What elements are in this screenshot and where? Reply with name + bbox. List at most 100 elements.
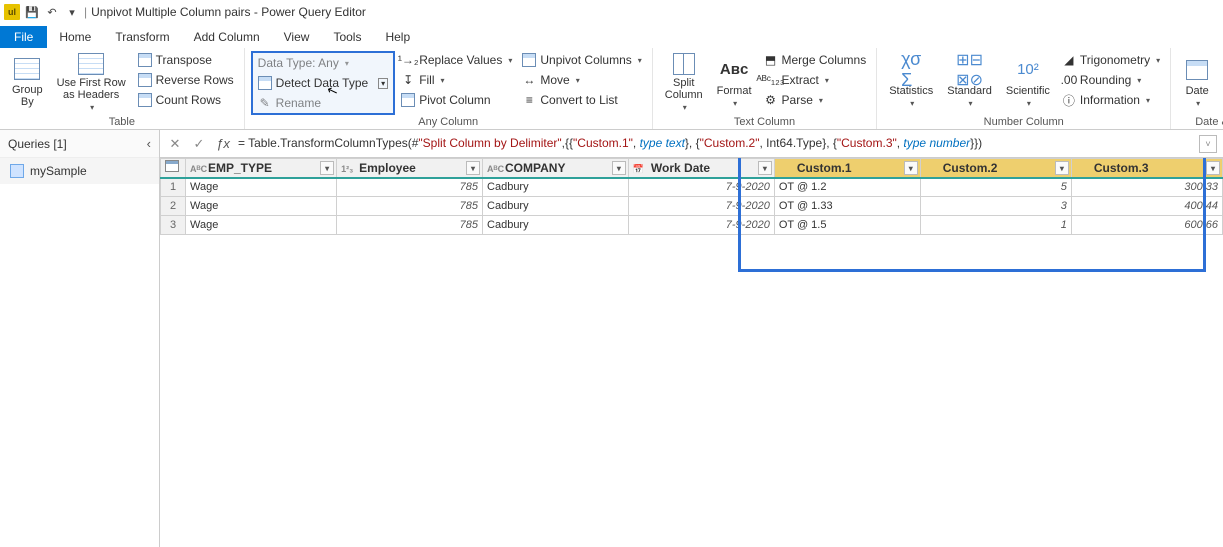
- cell-custom2[interactable]: 3: [920, 197, 1071, 216]
- fill-icon: ↧: [401, 73, 415, 87]
- count-rows-button[interactable]: Count Rows: [134, 91, 238, 109]
- standard-icon: ⊞⊟⊠⊘: [956, 57, 984, 83]
- format-button[interactable]: AʙᴄFormat: [711, 51, 758, 113]
- headers-icon: [78, 53, 104, 75]
- col-emp-type[interactable]: AᴮCEMP_TYPE▾: [186, 159, 337, 178]
- date-button[interactable]: Date: [1177, 51, 1217, 113]
- cell-custom2[interactable]: 1: [920, 216, 1071, 235]
- cell-emp-type[interactable]: Wage: [186, 216, 337, 235]
- cell-company[interactable]: Cadbury: [483, 178, 629, 197]
- date-icon: [1186, 60, 1208, 80]
- filter-icon[interactable]: ▾: [758, 161, 772, 175]
- replace-values-button[interactable]: ¹→₂Replace Values: [397, 51, 516, 69]
- cell-custom2[interactable]: 5: [920, 178, 1071, 197]
- standard-button[interactable]: ⊞⊟⊠⊘Standard: [941, 51, 998, 113]
- queries-header[interactable]: Queries [1] ‹: [0, 130, 159, 158]
- ribbon-group-datetime: Date Time Duration Date & Time Column: [1171, 48, 1223, 129]
- list-icon: ≡: [522, 93, 536, 107]
- filter-icon[interactable]: ▾: [320, 161, 334, 175]
- table-row[interactable]: 1Wage785Cadbury7-9-2020OT @ 1.25300,33: [161, 178, 1223, 197]
- table-row[interactable]: 3Wage785Cadbury7-9-2020OT @ 1.51600,66: [161, 216, 1223, 235]
- sigma-icon: χσΣ: [897, 57, 925, 83]
- col-custom2[interactable]: Custom.2▾: [920, 159, 1071, 178]
- cell-work-date[interactable]: 7-9-2020: [628, 197, 774, 216]
- tab-file[interactable]: File: [0, 26, 47, 48]
- col-custom1[interactable]: Custom.1▾: [774, 159, 920, 178]
- detect-icon: [258, 76, 272, 90]
- group-label-text: Text Column: [659, 116, 870, 128]
- cell-company[interactable]: Cadbury: [483, 216, 629, 235]
- accept-formula-button[interactable]: ✓: [190, 135, 208, 153]
- scientific-icon: 10²: [1014, 57, 1042, 83]
- cell-custom3[interactable]: 300,33: [1071, 178, 1222, 197]
- transpose-button[interactable]: Transpose: [134, 51, 238, 69]
- reverse-rows-button[interactable]: Reverse Rows: [134, 71, 238, 89]
- tab-help[interactable]: Help: [373, 26, 422, 48]
- parse-button[interactable]: ⚙Parse: [760, 91, 871, 109]
- col-company[interactable]: AᴮCCOMPANY▾: [483, 159, 629, 178]
- cell-custom3[interactable]: 400,44: [1071, 197, 1222, 216]
- merge-columns-button[interactable]: ⬒Merge Columns: [760, 51, 871, 69]
- cell-emp-type[interactable]: Wage: [186, 178, 337, 197]
- cancel-formula-button[interactable]: ✕: [166, 135, 184, 153]
- extract-button[interactable]: ᴬᴮᶜ₁₂₃Extract: [760, 71, 871, 89]
- cell-work-date[interactable]: 7-9-2020: [628, 178, 774, 197]
- undo-icon[interactable]: ↶: [44, 4, 60, 20]
- cell-employee[interactable]: 785: [337, 216, 483, 235]
- col-custom3[interactable]: Custom.3▾: [1071, 159, 1222, 178]
- corner-cell[interactable]: [161, 159, 186, 178]
- cell-custom1[interactable]: OT @ 1.2: [774, 178, 920, 197]
- filter-icon[interactable]: ▾: [466, 161, 480, 175]
- data-type-button[interactable]: Data Type: Any: [254, 54, 393, 72]
- split-column-button[interactable]: Split Column: [659, 51, 709, 113]
- col-work-date[interactable]: 📅Work Date▾: [628, 159, 774, 178]
- group-by-button[interactable]: Group By: [6, 51, 49, 113]
- transpose-icon: [138, 53, 152, 67]
- cell-custom3[interactable]: 600,66: [1071, 216, 1222, 235]
- cell-emp-type[interactable]: Wage: [186, 197, 337, 216]
- cell-employee[interactable]: 785: [337, 178, 483, 197]
- information-button[interactable]: ⓘInformation: [1058, 91, 1164, 109]
- more-icon[interactable]: ▾: [64, 4, 80, 20]
- table-icon: [10, 164, 24, 178]
- filter-icon[interactable]: ▾: [904, 161, 918, 175]
- scientific-button[interactable]: 10²Scientific: [1000, 51, 1056, 113]
- statistics-button[interactable]: χσΣStatistics: [883, 51, 939, 113]
- filter-icon[interactable]: ▾: [1055, 161, 1069, 175]
- convert-to-list-button[interactable]: ≡Convert to List: [518, 91, 645, 109]
- filter-icon[interactable]: ▾: [1206, 161, 1220, 175]
- trigonometry-button[interactable]: ◢Trigonometry: [1058, 51, 1164, 69]
- cell-custom1[interactable]: OT @ 1.33: [774, 197, 920, 216]
- cell-custom1[interactable]: OT @ 1.5: [774, 216, 920, 235]
- fx-icon[interactable]: ƒx: [214, 135, 232, 153]
- filter-icon[interactable]: ▾: [612, 161, 626, 175]
- detect-type-highlight: Data Type: Any Detect Data Type▾ ✎Rename…: [251, 51, 396, 115]
- formula-input[interactable]: = Table.TransformColumnTypes(#"Split Col…: [238, 136, 1193, 151]
- tab-view[interactable]: View: [272, 26, 322, 48]
- table-row[interactable]: 2Wage785Cadbury7-9-2020OT @ 1.333400,44: [161, 197, 1223, 216]
- rounding-button[interactable]: .00Rounding: [1058, 71, 1164, 89]
- cell-work-date[interactable]: 7-9-2020: [628, 216, 774, 235]
- unpivot-columns-button[interactable]: Unpivot Columns: [518, 51, 645, 69]
- use-first-row-button[interactable]: Use First Row as Headers: [51, 51, 132, 113]
- tab-tools[interactable]: Tools: [321, 26, 373, 48]
- rename-button[interactable]: ✎Rename: [254, 94, 393, 112]
- save-icon[interactable]: 💾: [24, 4, 40, 20]
- cell-company[interactable]: Cadbury: [483, 197, 629, 216]
- col-employee[interactable]: 1²₃Employee▾: [337, 159, 483, 178]
- time-button[interactable]: Time: [1219, 51, 1223, 113]
- group-by-icon: [14, 58, 40, 80]
- pivot-column-button[interactable]: Pivot Column: [397, 91, 516, 109]
- move-button[interactable]: ↔Move: [518, 71, 645, 89]
- detect-data-type-button[interactable]: Detect Data Type▾: [254, 74, 393, 92]
- query-item[interactable]: mySample: [0, 158, 159, 184]
- collapse-icon[interactable]: ‹: [147, 136, 151, 151]
- tab-add-column[interactable]: Add Column: [182, 26, 272, 48]
- group-label-datetime: Date & Time Column: [1177, 116, 1223, 128]
- tab-home[interactable]: Home: [47, 26, 103, 48]
- fill-button[interactable]: ↧Fill: [397, 71, 516, 89]
- cell-employee[interactable]: 785: [337, 197, 483, 216]
- merge-icon: ⬒: [764, 53, 778, 67]
- formula-dropdown-button[interactable]: ˅: [1199, 135, 1217, 153]
- tab-transform[interactable]: Transform: [103, 26, 181, 48]
